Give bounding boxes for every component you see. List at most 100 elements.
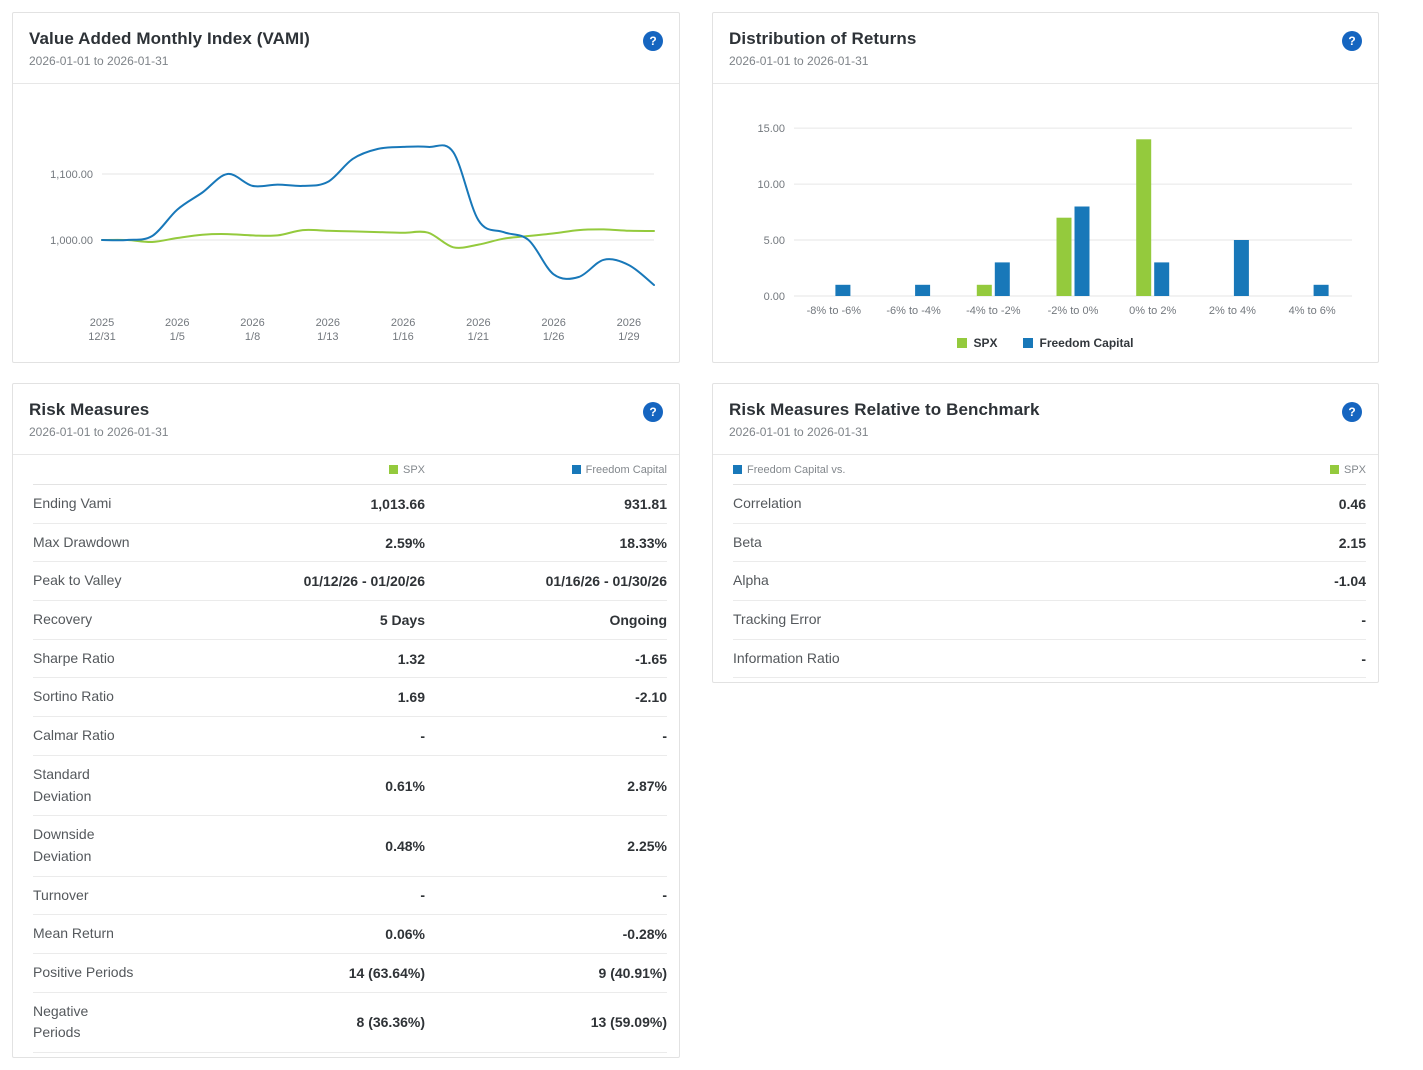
- metric-label: Turnover: [33, 886, 89, 903]
- metric-label: Peak to Valley: [33, 572, 122, 589]
- svg-text:1/13: 1/13: [317, 331, 338, 343]
- svg-text:2025: 2025: [90, 317, 114, 329]
- legend-label-spx: SPX: [973, 336, 998, 350]
- help-icon[interactable]: ?: [643, 402, 663, 422]
- table-row: Negative Periods 8 (36.36%) 13 (59.09%): [33, 993, 667, 1053]
- spx-value: 5 Days: [379, 611, 425, 628]
- vami-line-chart: 1,000.00 1,100.00 2025 12/31 2026 1/5 2026 1/8 2…: [50, 144, 655, 343]
- metric-label: Sortino Ratio: [33, 688, 114, 705]
- spx-value: 0.48%: [385, 837, 425, 854]
- svg-text:1/29: 1/29: [618, 331, 639, 343]
- svg-text:-4% to -2%: -4% to -2%: [966, 305, 1021, 317]
- svg-text:1/8: 1/8: [245, 331, 260, 343]
- dashboard: Value Added Monthly Index (VAMI) 2026-01…: [0, 0, 1423, 1070]
- spx-value: 01/12/26 - 01/20/26: [303, 573, 425, 590]
- svg-text:2026: 2026: [165, 317, 189, 329]
- metric-label: Positive Periods: [33, 963, 134, 980]
- spx-value: 1,013.66: [370, 495, 426, 512]
- metric-label: Max Drawdown: [33, 533, 130, 550]
- spx-value: 1.69: [397, 689, 425, 706]
- table-row: Sortino Ratio 1.69 -2.10: [33, 678, 667, 718]
- svg-text:1,000.00: 1,000.00: [50, 235, 93, 247]
- svg-text:12/31: 12/31: [88, 331, 116, 343]
- risk-benchmark-table: Freedom Capital vs. SPX Correlation 0.46…: [713, 455, 1378, 682]
- metric-label: Downside Deviation: [33, 826, 95, 864]
- risk-measures-table-header: SPX Freedom Capital: [33, 455, 667, 485]
- spx-column-header: SPX: [1050, 464, 1366, 476]
- svg-text:2026: 2026: [617, 317, 641, 329]
- svg-text:4% to 6%: 4% to 6%: [1288, 305, 1335, 317]
- spx-value: 14 (63.64%): [348, 964, 425, 981]
- table-row: Calmar Ratio - -: [33, 717, 667, 756]
- svg-text:0% to 2%: 0% to 2%: [1129, 305, 1176, 317]
- vami-chart-area: 1,000.00 1,100.00 2025 12/31 2026 1/5 2026 1/8 2…: [13, 84, 679, 362]
- freedom-capital-value: 13 (59.09%): [590, 1014, 667, 1031]
- metric-label: Correlation: [733, 495, 802, 511]
- table-row: Recovery 5 Days Ongoing: [33, 601, 667, 640]
- metric-label: Alpha: [733, 572, 769, 589]
- freedom-capital-swatch-icon: [1023, 338, 1034, 348]
- svg-text:2026: 2026: [541, 317, 565, 329]
- metric-label: Information Ratio: [733, 649, 840, 666]
- benchmark-relative-value: -: [1361, 650, 1366, 667]
- distribution-bar-chart: 0.00 5.00 10.00 15.00 -8% to -6% -6% to -4% -4…: [757, 123, 1352, 317]
- svg-text:0.00: 0.00: [763, 291, 784, 303]
- metric-label: Negative Periods: [33, 1002, 89, 1041]
- risk-measures-table: SPX Freedom Capital Ending Vami 1,013.66…: [13, 455, 679, 1057]
- freedom-capital-swatch-icon: [733, 464, 742, 474]
- spx-swatch-icon: [1329, 464, 1339, 474]
- table-row: Standard Deviation 0.61% 2.87%: [33, 756, 667, 817]
- freedom-capital-column-header: Freedom Capital: [425, 464, 667, 476]
- distribution-panel-title: Distribution of Returns: [729, 29, 917, 48]
- legend-item-spx[interactable]: SPX: [957, 336, 997, 350]
- help-icon[interactable]: ?: [1342, 31, 1362, 51]
- distribution-panel: Distribution of Returns 2026-01-01 to 20…: [712, 12, 1379, 363]
- svg-text:10.00: 10.00: [757, 179, 785, 191]
- freedom-capital-value: 2.25%: [627, 837, 667, 854]
- risk-measures-panel: Risk Measures 2026-01-01 to 2026-01-31 ?…: [12, 383, 680, 1058]
- distribution-panel-header: Distribution of Returns 2026-01-01 to 20…: [713, 13, 1378, 84]
- legend-label-freedom-capital: Freedom Capital: [1039, 336, 1134, 350]
- svg-text:15.00: 15.00: [757, 123, 785, 135]
- svg-text:2% to 4%: 2% to 4%: [1208, 305, 1255, 317]
- legend-item-freedom-capital[interactable]: Freedom Capital: [1023, 336, 1134, 350]
- benchmark-relative-value: -: [1361, 611, 1366, 628]
- risk-benchmark-title: Risk Measures Relative to Benchmark: [729, 400, 1040, 419]
- table-row: Information Ratio -: [733, 640, 1366, 679]
- risk-benchmark-subtitle: 2026-01-01 to 2026-01-31: [729, 425, 869, 439]
- spx-column-label: SPX: [402, 463, 425, 476]
- benchmark-relative-value: 0.46: [1338, 495, 1366, 512]
- table-row: Tracking Error -: [733, 601, 1366, 640]
- benchmark-relative-value: -1.04: [1334, 573, 1366, 590]
- risk-measures-rows: Ending Vami 1,013.66 931.81 Max Drawdown…: [33, 485, 667, 1053]
- spx-swatch-icon: [388, 464, 398, 474]
- svg-text:1/16: 1/16: [392, 331, 413, 343]
- svg-text:2026: 2026: [316, 317, 340, 329]
- table-row: Downside Deviation 0.48% 2.25%: [33, 816, 667, 877]
- freedom-capital-swatch-icon: [571, 464, 581, 474]
- risk-benchmark-rows: Correlation 0.46 Beta 2.15 Alpha -1.04 T…: [733, 485, 1366, 679]
- metric-label: Tracking Error: [733, 611, 822, 628]
- table-row: Sharpe Ratio 1.32 -1.65: [33, 640, 667, 679]
- svg-text:1/21: 1/21: [468, 331, 489, 343]
- benchmark-relative-value: 2.15: [1338, 534, 1366, 551]
- freedom-capital-value: -2.10: [635, 689, 667, 706]
- svg-text:2026: 2026: [240, 317, 264, 329]
- metric-label: Recovery: [33, 611, 93, 628]
- freedom-capital-value: 18.33%: [619, 534, 667, 551]
- table-row: Beta 2.15: [733, 524, 1366, 563]
- spx-value: 8 (36.36%): [356, 1014, 425, 1031]
- freedom-capital-vs-label: Freedom Capital vs.: [747, 463, 846, 476]
- risk-measures-header: Risk Measures 2026-01-01 to 2026-01-31 ?: [13, 384, 679, 455]
- help-icon[interactable]: ?: [1342, 402, 1362, 422]
- table-row: Peak to Valley 01/12/26 - 01/20/26 01/16…: [33, 562, 667, 602]
- spx-column-header: SPX: [183, 464, 425, 476]
- risk-benchmark-header: Risk Measures Relative to Benchmark 2026…: [713, 384, 1378, 455]
- table-row: Ending Vami 1,013.66 931.81: [33, 485, 667, 524]
- metric-label: Sharpe Ratio: [33, 649, 115, 666]
- spx-value: -: [420, 887, 425, 904]
- risk-benchmark-panel: Risk Measures Relative to Benchmark 2026…: [712, 383, 1379, 684]
- table-row: Max Drawdown 2.59% 18.33%: [33, 524, 667, 563]
- help-icon[interactable]: ?: [643, 31, 663, 51]
- metric-label: Mean Return: [33, 925, 114, 942]
